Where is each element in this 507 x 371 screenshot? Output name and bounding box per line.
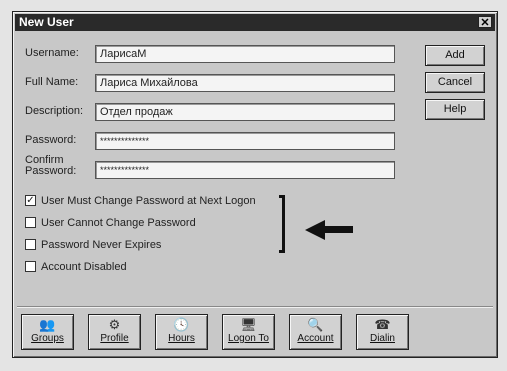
confirm-password-field[interactable]: ************** bbox=[95, 161, 395, 179]
checkbox-password-never-expires[interactable]: Password Never Expires bbox=[25, 238, 162, 253]
profile-button[interactable]: ⚙ Profile bbox=[88, 314, 141, 350]
phone-icon: ☎ bbox=[374, 317, 391, 332]
account-icon: 🔍 bbox=[307, 317, 324, 332]
checkbox-box[interactable]: ✓ bbox=[25, 194, 36, 206]
username-field[interactable]: ЛарисаМ bbox=[95, 45, 395, 63]
account-button[interactable]: 🔍 Account bbox=[289, 314, 342, 350]
title-bar: New User ✕ bbox=[15, 14, 495, 31]
new-user-dialog: New User ✕ Username: Full Name: Descript… bbox=[12, 11, 498, 358]
annotation-arrow-shaft bbox=[323, 226, 353, 233]
full-name-label: Full Name: bbox=[25, 76, 79, 88]
profile-icon: ⚙ bbox=[108, 317, 121, 332]
hours-button[interactable]: 🕓 Hours bbox=[155, 314, 208, 350]
close-button[interactable]: ✕ bbox=[478, 16, 492, 29]
confirm-password-label: Confirm Password: bbox=[25, 155, 76, 177]
username-label: Username: bbox=[25, 47, 79, 59]
cancel-button[interactable]: Cancel bbox=[425, 72, 485, 93]
checkbox-label: Account Disabled bbox=[41, 261, 127, 273]
full-name-field[interactable]: Лариса Михайлова bbox=[95, 74, 395, 92]
profile-label: Profile bbox=[100, 333, 129, 344]
checkbox-account-disabled[interactable]: Account Disabled bbox=[25, 260, 127, 275]
password-label: Password: bbox=[25, 134, 77, 146]
clock-icon: 🕓 bbox=[173, 317, 190, 332]
checkbox-must-change-password[interactable]: ✓ User Must Change Password at Next Logon bbox=[25, 194, 256, 209]
password-field[interactable]: ************** bbox=[95, 132, 395, 150]
checkbox-label: Password Never Expires bbox=[41, 239, 162, 251]
annotation-arrow-head-icon bbox=[305, 220, 325, 240]
groups-label: Groups bbox=[31, 333, 64, 344]
dialin-label: Dialin bbox=[369, 333, 395, 344]
description-field[interactable]: Отдел продаж bbox=[95, 103, 395, 121]
window-title: New User bbox=[19, 15, 74, 29]
confirm-label-line2: Password: bbox=[25, 165, 77, 177]
hours-label: Hours bbox=[168, 333, 195, 344]
checkbox-box[interactable] bbox=[25, 216, 36, 228]
annotation-bracket bbox=[279, 195, 285, 253]
checkbox-label: User Must Change Password at Next Logon bbox=[41, 195, 256, 207]
groups-icon: 👥 bbox=[39, 317, 56, 332]
description-label: Description: bbox=[25, 105, 84, 117]
checkbox-box[interactable] bbox=[25, 238, 36, 250]
help-button[interactable]: Help bbox=[425, 99, 485, 120]
account-label: Account bbox=[297, 333, 334, 344]
checkbox-box[interactable] bbox=[25, 260, 36, 272]
groups-button[interactable]: 👥 Groups bbox=[21, 314, 74, 350]
dialin-button[interactable]: ☎ Dialin bbox=[356, 314, 409, 350]
add-button[interactable]: Add bbox=[425, 45, 485, 66]
close-icon: ✕ bbox=[480, 17, 490, 29]
checkbox-cannot-change-password[interactable]: User Cannot Change Password bbox=[25, 216, 196, 231]
logon-to-button[interactable]: 🖥 Logon To bbox=[222, 314, 275, 350]
computers-icon: 🖥 bbox=[240, 317, 257, 332]
checkbox-label: User Cannot Change Password bbox=[41, 217, 196, 229]
logon-to-label: Logon To bbox=[228, 333, 269, 344]
